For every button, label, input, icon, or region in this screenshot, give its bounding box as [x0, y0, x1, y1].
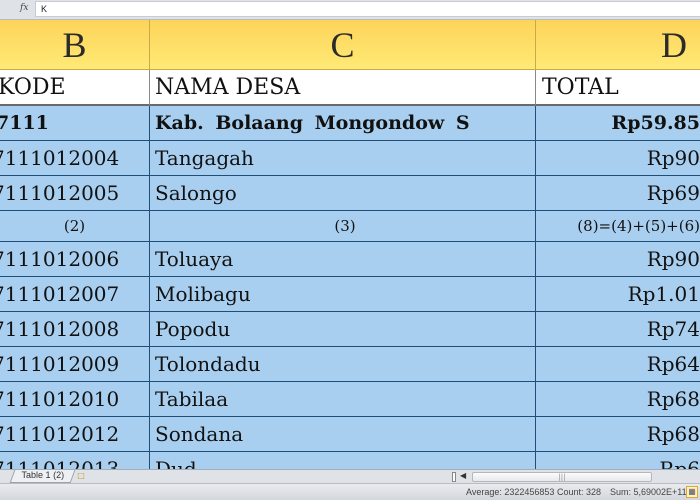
- cell-total[interactable]: (8)=(4)+(5)+(6): [536, 211, 700, 242]
- cell-kode[interactable]: 7111012010: [0, 382, 150, 417]
- column-header-label: D: [661, 25, 687, 65]
- cell-kode[interactable]: (2): [0, 211, 150, 242]
- column-header-label: C: [330, 25, 355, 65]
- column-header-c[interactable]: C: [150, 20, 536, 70]
- cell-kode[interactable]: 7111012005: [0, 176, 150, 211]
- table-row: 7111012013 Dud Rp6: [0, 452, 700, 469]
- cell-kode[interactable]: 7111012008: [0, 312, 150, 347]
- table-row: 7111012005 Salongo Rp69: [0, 176, 700, 211]
- cell-header-kode[interactable]: KODE: [0, 70, 150, 106]
- cell-nama-desa[interactable]: Tolondadu: [150, 347, 536, 382]
- cell-total[interactable]: Rp68: [536, 417, 700, 452]
- cell-nama-desa[interactable]: Sondana: [150, 417, 536, 452]
- table-row: 7111012004 Tangagah Rp90: [0, 141, 700, 176]
- cell-total[interactable]: Rp68: [536, 382, 700, 417]
- cell-header-nama-desa[interactable]: NAMA DESA: [150, 70, 536, 106]
- column-header-label: B: [62, 25, 87, 65]
- cell-total[interactable]: Rp1.01: [536, 277, 700, 312]
- table-row: 7111012006 Toluaya Rp90: [0, 242, 700, 277]
- cell-header-total[interactable]: TOTAL: [536, 70, 700, 106]
- cell-kode[interactable]: 7111012007: [0, 277, 150, 312]
- column-headers: B C D: [0, 20, 700, 70]
- cell-total[interactable]: Rp90: [536, 242, 700, 277]
- cell-nama-desa[interactable]: Molibagu: [150, 277, 536, 312]
- scroll-thumb[interactable]: |||: [472, 472, 652, 482]
- table-row: 7111012008 Popodu Rp74: [0, 312, 700, 347]
- formula-bar: fx K: [0, 0, 700, 20]
- cell-nama-desa[interactable]: Salongo: [150, 176, 536, 211]
- horizontal-scrollbar[interactable]: ◀ |||: [452, 471, 700, 483]
- cell-nama-desa[interactable]: Toluaya: [150, 242, 536, 277]
- status-count: Count: 328: [557, 487, 602, 497]
- cell-total[interactable]: Rp69: [536, 176, 700, 211]
- cell-kode[interactable]: 7111012006: [0, 242, 150, 277]
- scroll-left-icon[interactable]: ◀: [460, 471, 466, 480]
- spreadsheet-grid: KODE NAMA DESA TOTAL 7111 Kab. Bolaang Mo…: [0, 70, 700, 469]
- table-header-row: KODE NAMA DESA TOTAL: [0, 70, 700, 106]
- cell-total[interactable]: Rp6: [536, 452, 700, 469]
- cell-nama-desa[interactable]: Kab. Bolaang Mongondow S: [150, 106, 536, 141]
- cell-kode[interactable]: 7111012012: [0, 417, 150, 452]
- column-header-d[interactable]: D: [536, 20, 700, 70]
- cell-kode[interactable]: 7111012004: [0, 141, 150, 176]
- status-sum: Sum: 5,69002E+11: [610, 487, 687, 497]
- cell-nama-desa[interactable]: Tangagah: [150, 141, 536, 176]
- insert-worksheet-icon[interactable]: □: [74, 471, 88, 482]
- sheet-tab-active[interactable]: Table 1 (2): [9, 470, 75, 483]
- formula-input[interactable]: K: [35, 1, 700, 17]
- table-row: 7111012007 Molibagu Rp1.01: [0, 277, 700, 312]
- cell-nama-desa[interactable]: Dud: [150, 452, 536, 469]
- cell-kode[interactable]: 7111: [0, 106, 150, 141]
- cell-nama-desa[interactable]: (3): [150, 211, 536, 242]
- cell-total[interactable]: Rp64: [536, 347, 700, 382]
- table-row: 7111012010 Tabilaa Rp68: [0, 382, 700, 417]
- table-row: 7111012012 Sondana Rp68: [0, 417, 700, 452]
- insert-function-icon[interactable]: fx: [20, 3, 28, 13]
- column-header-b[interactable]: B: [0, 20, 150, 70]
- cell-kode[interactable]: 7111012009: [0, 347, 150, 382]
- split-handle[interactable]: [452, 472, 456, 482]
- table-row: (2) (3) (8)=(4)+(5)+(6): [0, 211, 700, 242]
- status-average: Average: 2322456853: [466, 487, 555, 497]
- cell-total[interactable]: Rp90: [536, 141, 700, 176]
- status-bar: Average: 2322456853 Count: 328 Sum: 5,69…: [0, 483, 700, 500]
- sheet-tab-label: Table 1 (2): [21, 470, 65, 480]
- cell-nama-desa[interactable]: Tabilaa: [150, 382, 536, 417]
- table-row: 7111 Kab. Bolaang Mongondow S Rp59.85: [0, 106, 700, 141]
- cell-total[interactable]: Rp74: [536, 312, 700, 347]
- sheet-tabs-bar: Table 1 (2) □ ◀ |||: [0, 469, 700, 483]
- table-row: 7111012009 Tolondadu Rp64: [0, 347, 700, 382]
- cell-nama-desa[interactable]: Popodu: [150, 312, 536, 347]
- cell-kode[interactable]: 7111012013: [0, 452, 150, 469]
- cell-total[interactable]: Rp59.85: [536, 106, 700, 141]
- normal-view-icon[interactable]: ▦: [686, 486, 698, 498]
